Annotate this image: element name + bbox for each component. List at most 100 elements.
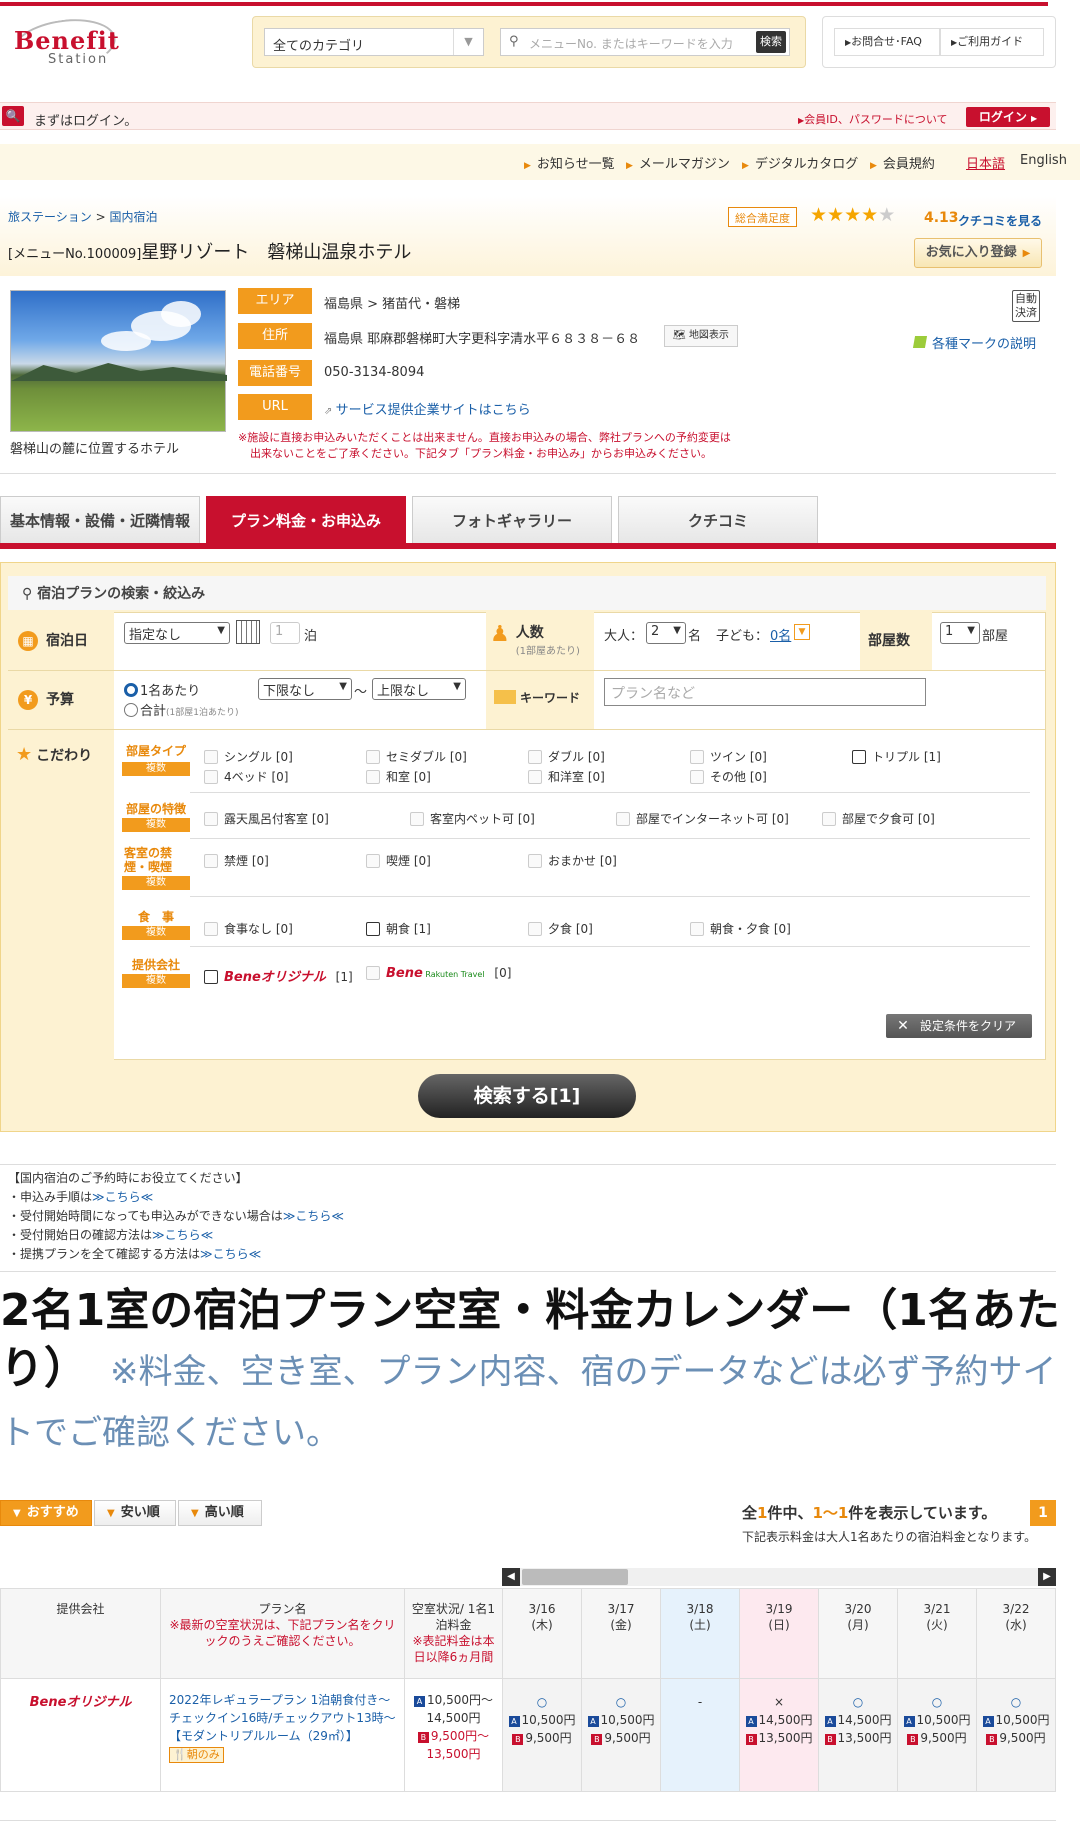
reviews-link[interactable]: クチコミを見る [958,212,1042,229]
plan-link[interactable]: 2022年レギュラープラン 1泊朝食付き～チェックイン16時/チェックアウト13… [169,1691,396,1727]
mark-explanation-link[interactable]: 各種マークの説明 [912,333,1036,352]
cb-other[interactable]: その他 [0] [690,768,767,785]
utensils-icon: 🍴 [173,1748,187,1761]
sort-highest[interactable]: ▼ 高い順 [178,1500,262,1526]
calendar-picker-icon[interactable] [236,620,260,644]
cb-no-meal[interactable]: 食事なし [0] [204,920,293,937]
cb-washitsu[interactable]: 和室 [0] [366,768,431,785]
provider-cell: Beneオリジナル [1,1679,161,1791]
nights-select[interactable]: 1 [270,622,300,644]
day-cell[interactable]: ○ A 10,500円 B 9,500円 [898,1679,977,1791]
id-password-link[interactable]: ▶会員ID、パスワードについて [798,111,948,127]
clear-conditions-button[interactable]: ✕ 設定条件をクリア [886,1014,1032,1038]
adults-select[interactable]: 2 ▼ [646,622,686,644]
col-provider-header: 提供会社 [1,1589,161,1679]
room-type-label: 部屋タイプ [125,744,186,758]
budget-min-select[interactable]: 下限なし ▼ [258,678,352,700]
multi-badge: 複数 [122,818,190,832]
nav-news[interactable]: ▶ お知らせ一覧 [524,153,615,172]
tab-basic-info[interactable]: 基本情報・設備・近隣情報 [0,496,200,544]
cb-dinner[interactable]: 夕食 [0] [528,920,593,937]
star-icon: ★ [827,204,845,226]
folder-icon [494,690,516,704]
map-button[interactable]: 🗺 地図表示 [664,325,738,347]
date-select[interactable]: 指定なし ▼ [124,622,230,644]
room-feature-label: 部屋の特徴 [125,802,186,816]
chevron-down-icon[interactable]: ▼ [794,624,810,640]
date-header-saturday: 3/18 (土) [661,1589,740,1679]
calendar-scrollbar[interactable]: ◀ ▶ [502,1568,1056,1586]
cb-wayoushitsu[interactable]: 和洋室 [0] [528,768,605,785]
photo-caption: 磐梯山の麓に位置するホテル [10,442,180,457]
cb-4bed[interactable]: 4ベッド [0] [204,768,288,785]
provider-site-link[interactable]: ⇗ サービス提供企業サイトはこちら [324,399,531,418]
cb-semidouble[interactable]: セミダブル [0] [366,748,467,765]
cb-double[interactable]: ダブル [0] [528,748,605,765]
rooms-unit: 部屋 [982,629,1009,644]
cb-bene-original[interactable]: Beneオリジナル [1] [204,966,353,985]
lang-english[interactable]: English [1020,153,1067,168]
cb-smoking[interactable]: 喫煙 [0] [366,852,431,869]
nav-digital-catalog[interactable]: ▶ デジタルカタログ [742,153,858,172]
breadcrumb-travel[interactable]: 旅ステーション [8,210,92,224]
help-link[interactable]: ≫こちら≪ [200,1247,261,1261]
sort-recommended[interactable]: ▼ おすすめ順 [0,1500,92,1545]
cb-omakase[interactable]: おまかせ [0] [528,852,617,869]
nav-mailmagazine[interactable]: ▶ メールマガジン [626,153,730,172]
favorite-button[interactable]: お気に入り登録 ▶ [914,238,1042,268]
page-1-button[interactable]: 1 [1030,1500,1056,1526]
nav-terms[interactable]: ▶ 会員規約 [870,153,935,172]
benefit-station-logo[interactable]: Benefit Station [8,13,120,77]
sort-cheapest[interactable]: ▼ 安い順 [94,1500,176,1526]
tab-reviews[interactable]: クチコミ [618,496,818,544]
help-link[interactable]: ≫こちら≪ [152,1228,213,1242]
cb-twin[interactable]: ツイン [0] [690,748,767,765]
search-submit-button[interactable]: 検索する[1] [418,1074,636,1118]
beginner-mark-icon [912,336,928,348]
keyword-search-input[interactable]: ⚲ メニューNo. またはキーワードを入力 [500,28,790,56]
cb-pet[interactable]: 客室内ペット可 [0] [410,810,535,827]
cb-nonsmoking[interactable]: 禁煙 [0] [204,852,269,869]
cb-internet[interactable]: 部屋でインターネット可 [0] [616,810,789,827]
cb-breakfast-dinner[interactable]: 朝食・夕食 [0] [690,920,791,937]
budget-total-radio[interactable]: 合計(1部屋1泊あたり) [124,700,239,719]
cb-single[interactable]: シングル [0] [204,748,293,765]
tab-photo-gallery[interactable]: フォトギャラリー [412,496,612,544]
cb-open-bath[interactable]: 露天風呂付客室 [0] [204,810,329,827]
map-icon: 🗺 [673,330,686,341]
result-count: 全1件中、1〜1件を表示しています。 [742,1504,997,1522]
lang-japanese[interactable]: 日本語 [966,153,1005,172]
status-cell: A 10,500円～ 14,500円 B 9,500円～ 13,500円 [405,1679,503,1791]
breadcrumb: 旅ステーション > 国内宿泊 [8,210,158,224]
cb-dinner-room[interactable]: 部屋で夕食可 [0] [822,810,935,827]
category-select[interactable]: 全てのカテゴリ ▼ [264,28,484,56]
date-header: 3/17 (金) [582,1589,661,1679]
day-cell[interactable]: ○ A 10,500円 B 9,500円 [977,1679,1055,1791]
tab-plan-price[interactable]: プラン料金・お申込み [206,496,406,544]
breadcrumb-domestic[interactable]: 国内宿泊 [109,210,157,224]
children-select[interactable]: 0名 [770,625,791,644]
help-link[interactable]: ≫こちら≪ [283,1209,344,1223]
budget-max-select[interactable]: 上限なし ▼ [372,678,466,700]
plan-cell: 2022年レギュラープラン 1泊朝食付き～チェックイン16時/チェックアウト13… [161,1679,405,1791]
cb-triple[interactable]: トリプル [1] [852,748,941,765]
budget-per-person-radio[interactable]: 1名あたり [124,680,200,699]
guide-link[interactable]: ▶ご利用ガイド [940,28,1044,56]
help-link[interactable]: ≫こちら≪ [92,1190,153,1204]
keyword-input[interactable]: プラン名など [604,678,926,706]
cb-bene-rakuten[interactable]: Bene Rakuten Travel [0] [366,966,511,981]
col-plan-header: プラン名 ※最新の空室状況は、下記プラン名をクリックのうえご確認ください。 [161,1589,405,1679]
rooms-select[interactable]: 1 ▼ [940,622,980,644]
day-cell[interactable]: ○ A 10,500円 B 9,500円 [503,1679,582,1791]
day-cell[interactable]: ○ A 14,500円 B 13,500円 [819,1679,898,1791]
faq-link[interactable]: ▶お問合せ･FAQ [834,28,940,56]
search-button[interactable]: 検索 [756,31,786,53]
day-cell[interactable]: ○ A 10,500円 B 9,500円 [582,1679,661,1791]
stay-date-label: ▦ 宿泊日 [8,612,114,670]
cb-breakfast[interactable]: 朝食 [1] [366,920,431,937]
login-button[interactable]: ログイン ▶ [966,107,1050,127]
star-icon: ★ [844,204,862,226]
star-icon: ★ [861,204,879,226]
booking-help-info: 【国内宿泊のご予約時にお役立てください】 ・申込み手順は≫こちら≪ ・受付開始時… [0,1164,1056,1272]
area-label: エリア [238,288,312,314]
